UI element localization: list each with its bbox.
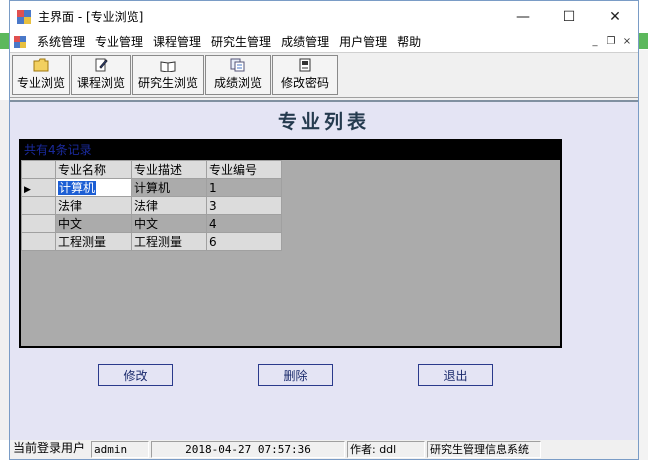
- background-app-edge: [0, 100, 9, 440]
- toolbar-label: 课程浏览: [76, 76, 125, 90]
- table-cell[interactable]: 计算机: [55, 178, 132, 197]
- toolbar-grades-browse-button[interactable]: 成绩浏览: [205, 55, 271, 95]
- mdi-minimize-button[interactable]: _: [588, 35, 602, 49]
- mdi-close-button[interactable]: ×: [620, 35, 634, 49]
- menu-major[interactable]: 专业管理: [90, 32, 148, 52]
- table-cell[interactable]: 3: [206, 196, 282, 215]
- toolbar-label: 修改密码: [280, 76, 329, 90]
- key-icon: [299, 58, 311, 72]
- row-header[interactable]: [21, 196, 56, 215]
- mdi-child-icon[interactable]: [14, 36, 26, 48]
- documents-icon: [230, 58, 245, 72]
- table-cell[interactable]: 法律: [55, 196, 132, 215]
- toolbar-label: 专业浏览: [16, 76, 65, 90]
- status-bar: 当前登录用户 admin 2018-04-27 07:57:36 作者: ddl…: [10, 440, 638, 459]
- system-name: 研究生管理信息系统: [427, 441, 541, 458]
- table-row[interactable]: 法律 法律 3: [21, 196, 282, 215]
- row-header[interactable]: [21, 214, 56, 233]
- current-user: admin: [91, 441, 149, 458]
- row-header[interactable]: ▶: [21, 178, 56, 197]
- mdi-restore-button[interactable]: ❐: [604, 35, 618, 49]
- table-cell[interactable]: 计算机: [131, 178, 207, 197]
- toolbar-course-browse-button[interactable]: 课程浏览: [71, 55, 131, 95]
- toolbar-change-password-button[interactable]: 修改密码: [272, 55, 338, 95]
- window-controls: — ☐ ✕: [500, 1, 638, 32]
- table-cell[interactable]: 工程测量: [131, 232, 207, 251]
- mdi-controls: _ ❐ ×: [588, 35, 638, 49]
- grid-corner-header[interactable]: [21, 160, 56, 179]
- author: 作者: ddl: [347, 441, 425, 458]
- current-row-marker-icon: ▶: [24, 184, 31, 195]
- table-cell[interactable]: 4: [206, 214, 282, 233]
- column-header[interactable]: 专业描述: [131, 160, 207, 179]
- table-cell[interactable]: 中文: [131, 214, 207, 233]
- table-cell[interactable]: 中文: [55, 214, 132, 233]
- background-app-strip: [638, 33, 648, 49]
- menu-graduate[interactable]: 研究生管理: [206, 32, 276, 52]
- background-app-edge: [638, 50, 648, 460]
- login-user-label: 当前登录用户: [13, 441, 86, 455]
- table-cell[interactable]: 法律: [131, 196, 207, 215]
- close-button[interactable]: ✕: [592, 1, 638, 32]
- toolbar-label: 研究生浏览: [137, 76, 198, 90]
- menu-grades[interactable]: 成绩管理: [276, 32, 334, 52]
- window-title: 主界面 - [专业浏览]: [38, 10, 144, 24]
- delete-button[interactable]: 删除: [258, 364, 333, 386]
- app-icon: [17, 9, 31, 24]
- edit-button[interactable]: 修改: [98, 364, 173, 386]
- table-row[interactable]: ▶ 计算机 计算机 1: [21, 178, 282, 197]
- table-row[interactable]: 工程测量 工程测量 6: [21, 232, 282, 251]
- datetime: 2018-04-27 07:57:36: [151, 441, 345, 458]
- data-grid[interactable]: 共有4条记录 专业名称 专业描述 专业编号 ▶ 计算机 计算机 1 法律 法律 …: [19, 139, 562, 348]
- menu-users[interactable]: 用户管理: [334, 32, 392, 52]
- grid-caption: 共有4条记录: [21, 141, 560, 160]
- menu-course[interactable]: 课程管理: [148, 32, 206, 52]
- menu-bar: 系统管理 专业管理 课程管理 研究生管理 成绩管理 用户管理 帮助 _ ❐ ×: [10, 32, 638, 52]
- table-row[interactable]: 中文 中文 4: [21, 214, 282, 233]
- maximize-button[interactable]: ☐: [546, 1, 592, 32]
- document-edit-icon: [95, 58, 108, 72]
- row-header[interactable]: [21, 232, 56, 251]
- title-bar[interactable]: 主界面 - [专业浏览] — ☐ ✕: [10, 1, 638, 32]
- toolbar: 专业浏览 课程浏览 研究生浏览 成绩浏览 修改密码: [10, 52, 638, 98]
- menu-system[interactable]: 系统管理: [32, 32, 90, 52]
- grid-table: 专业名称 专业描述 专业编号 ▶ 计算机 计算机 1 法律 法律 3 中文 中文…: [21, 160, 282, 251]
- column-header[interactable]: 专业编号: [206, 160, 282, 179]
- table-cell[interactable]: 工程测量: [55, 232, 132, 251]
- background-app-strip: [0, 33, 9, 49]
- main-window: 主界面 - [专业浏览] — ☐ ✕ 系统管理 专业管理 课程管理 研究生管理 …: [9, 0, 639, 460]
- book-icon: [160, 61, 176, 72]
- table-cell[interactable]: 6: [206, 232, 282, 251]
- minimize-button[interactable]: —: [500, 1, 546, 32]
- menu-help[interactable]: 帮助: [392, 32, 426, 52]
- toolbar-major-browse-button[interactable]: 专业浏览: [12, 55, 70, 95]
- page-title: 专业列表: [277, 111, 370, 133]
- toolbar-graduate-browse-button[interactable]: 研究生浏览: [132, 55, 204, 95]
- toolbar-label: 成绩浏览: [213, 76, 262, 90]
- column-header[interactable]: 专业名称: [55, 160, 132, 179]
- table-cell[interactable]: 1: [206, 178, 282, 197]
- grid-header-row: 专业名称 专业描述 专业编号: [21, 160, 282, 179]
- major-browse-panel: 专业列表 共有4条记录 专业名称 专业描述 专业编号 ▶ 计算机 计算机 1 法…: [10, 100, 638, 440]
- exit-button[interactable]: 退出: [418, 364, 493, 386]
- background-app-edge: [0, 460, 648, 468]
- folder-icon: [33, 58, 49, 72]
